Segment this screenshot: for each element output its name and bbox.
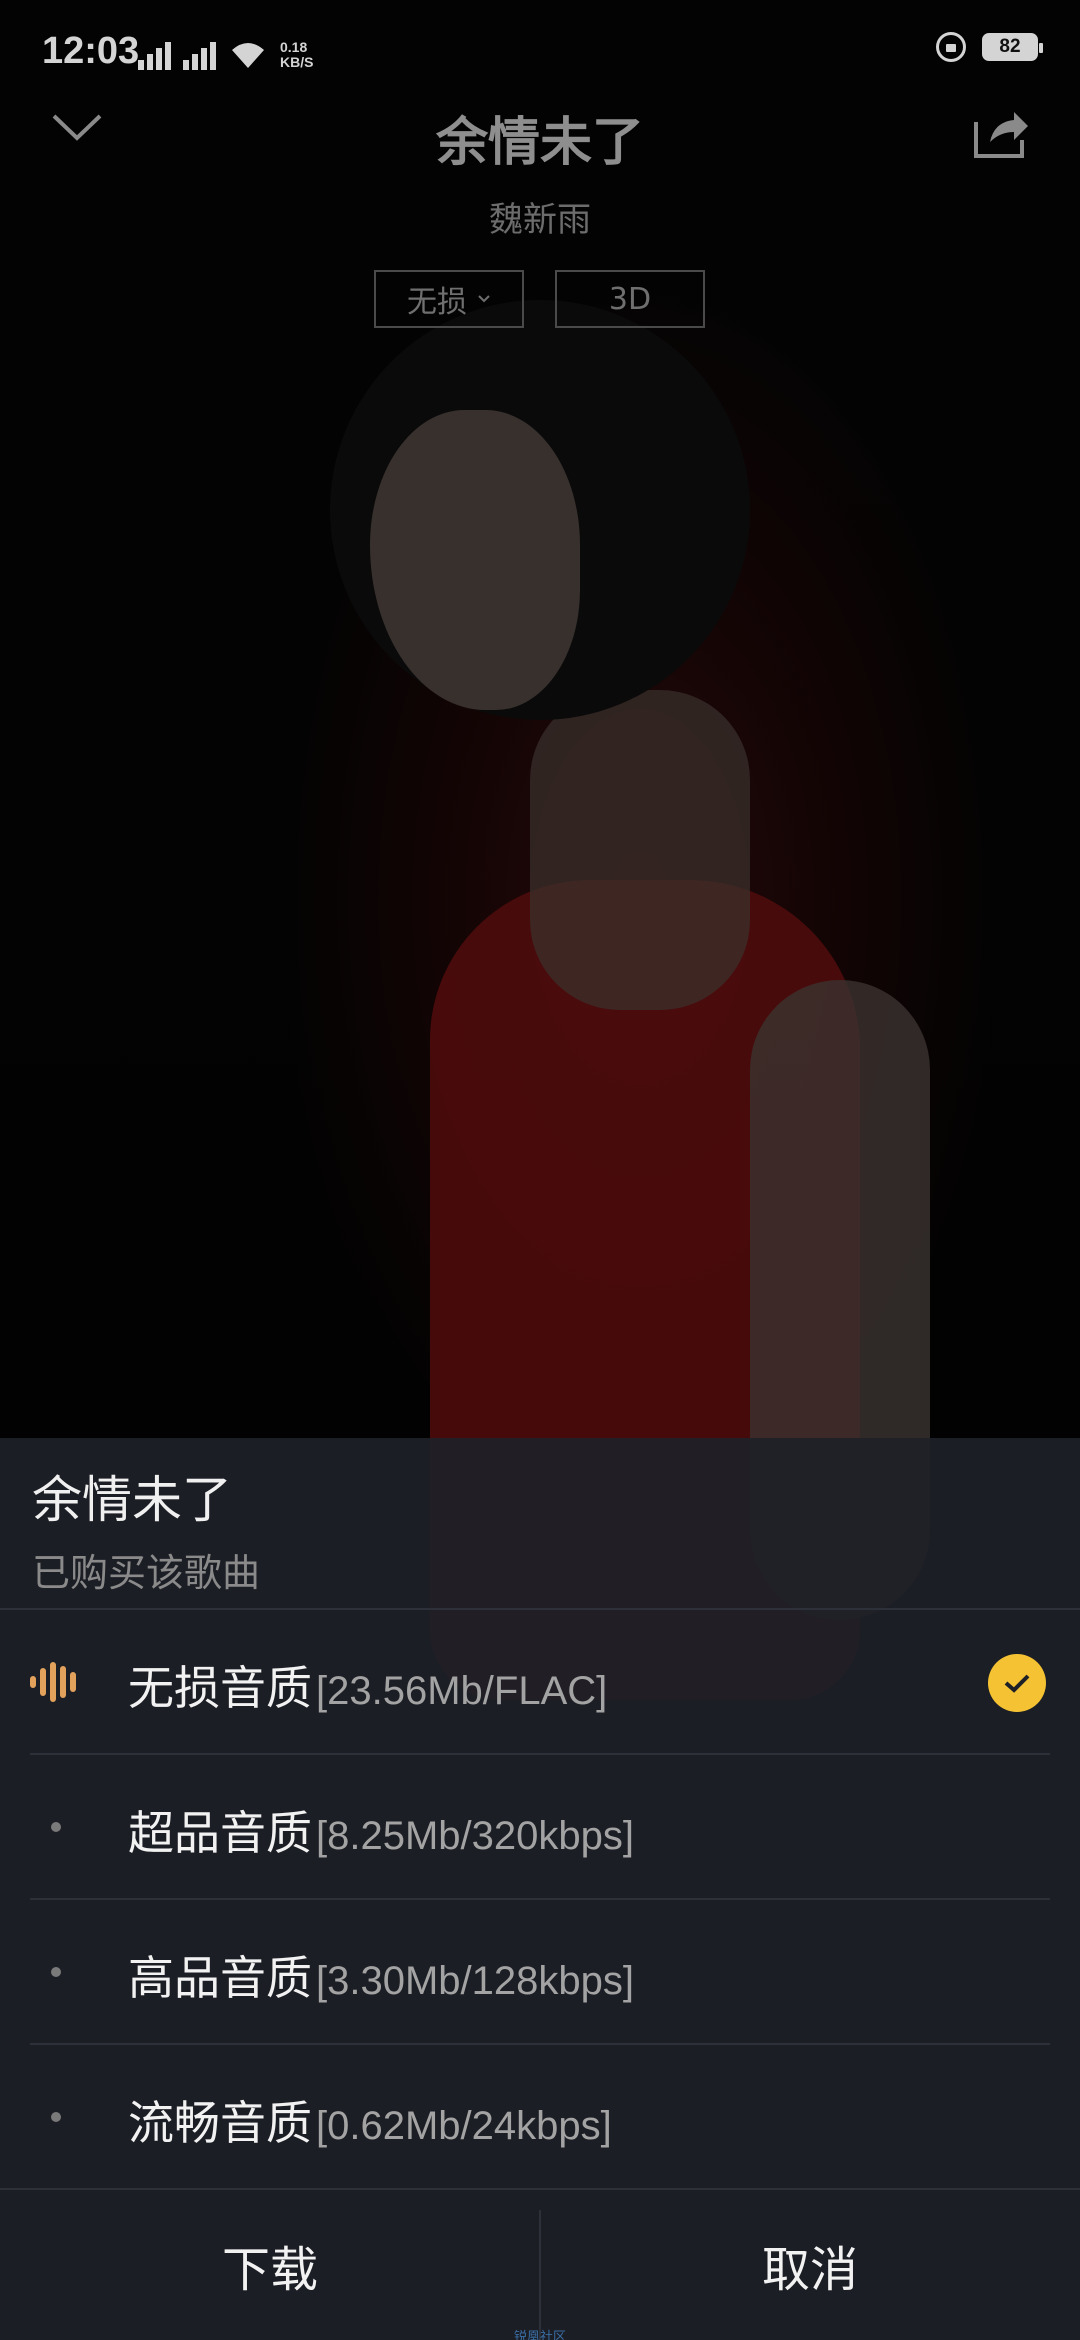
download-quality-sheet: 余情未了 已购买该歌曲 无损音质 [23.56Mb/FLAC] 超品音质 [8.… [0,1438,1080,2340]
quality-option-label: 高品音质 [3.30Mb/128kbps] [128,1951,634,2005]
wifi-icon [232,43,264,68]
quality-option-lossless[interactable]: 无损音质 [23.56Mb/FLAC] [0,1610,1080,1755]
quality-option-smooth[interactable]: 流畅音质 [0.62Mb/24kbps] [0,2045,1080,2190]
quality-select-button[interactable]: 无损 [374,270,524,328]
lock-rotation-icon [936,32,966,62]
quality-option-label: 无损音质 [23.56Mb/FLAC] [128,1661,608,1715]
status-time: 12:03 [42,30,140,72]
bullet-dot [51,2112,61,2122]
cancel-button[interactable]: 取消 [540,2190,1080,2340]
status-icons-left: 0.18 KB/S [138,36,313,70]
share-icon[interactable] [970,104,1030,160]
check-icon [988,1654,1046,1712]
bullet-dot [51,1967,61,1977]
status-bar: 12:03 0.18 KB/S 82 [0,0,1080,110]
purchase-status: 已购买该歌曲 [32,1551,261,1595]
quality-option-label: 流畅音质 [0.62Mb/24kbps] [128,2096,612,2150]
player-screen: 12:03 0.18 KB/S 82 余情未了 魏新雨 无损 3D 余情未了 已… [0,0,1080,2340]
download-button[interactable]: 下载 [0,2190,540,2340]
battery-icon: 82 [982,33,1043,61]
network-speed: 0.18 KB/S [280,39,314,70]
sheet-actions: 下载 取消 [0,2188,1080,2340]
soundwave-icon [28,1654,84,1710]
sheet-title: 余情未了 [32,1471,232,1529]
quality-option-label: 超品音质 [8.25Mb/320kbps] [128,1806,634,1860]
signal-icon [138,42,171,70]
watermark-text: 锐凰社区 [513,2330,566,2340]
status-icons-right: 82 [936,32,1043,62]
bullet-dot [51,1822,61,1832]
quality-option-superior[interactable]: 超品音质 [8.25Mb/320kbps] [0,1755,1080,1900]
song-title: 余情未了 [435,113,644,173]
chevron-down-icon [478,295,490,303]
signal-icon [183,42,216,70]
quality-option-high[interactable]: 高品音质 [3.30Mb/128kbps] [0,1900,1080,2045]
artist-name[interactable]: 魏新雨 [0,192,1080,241]
3d-button[interactable]: 3D [555,270,705,328]
